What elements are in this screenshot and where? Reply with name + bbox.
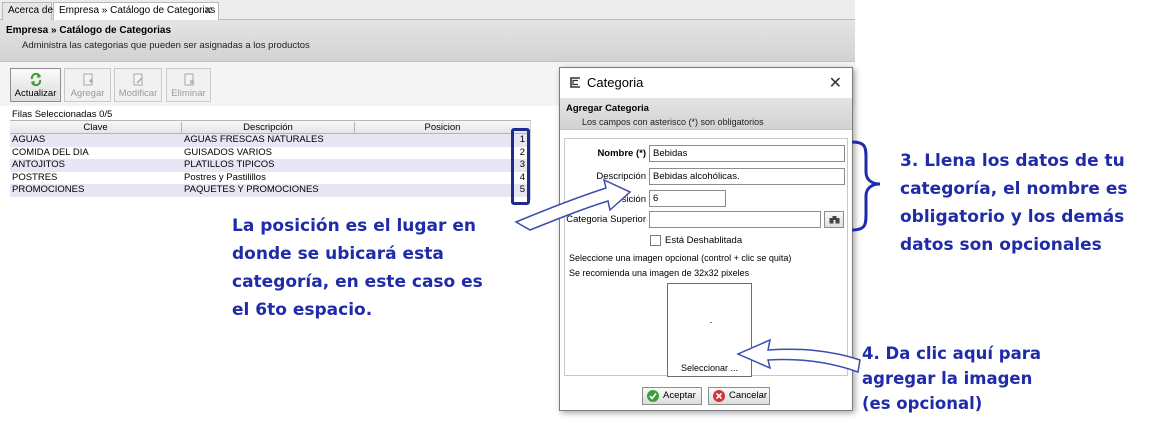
cancel-icon	[713, 390, 725, 402]
cell-posicion: 2	[519, 146, 525, 158]
modify-label: Modificar	[118, 88, 158, 99]
deshabilitada-checkbox[interactable]	[650, 235, 661, 246]
cell-descripcion: AGUAS FRESCAS NATURALES	[184, 134, 324, 145]
page-title: Empresa » Catálogo de Categorias	[6, 25, 172, 36]
categoria-superior-input[interactable]	[649, 211, 821, 228]
nombre-input[interactable]	[649, 145, 845, 162]
annotation-line: La posición es el lugar en	[232, 216, 476, 236]
cancel-label: Cancelar	[729, 390, 768, 401]
lookup-button[interactable]	[824, 211, 844, 228]
tab-catalogo-categorias[interactable]: Empresa » Catálogo de Categorias ✕	[53, 2, 219, 20]
cell-clave: PROMOCIONES	[12, 184, 85, 195]
annotation-line: 4. Da clic aquí para	[862, 344, 1041, 363]
cell-posicion: 5	[519, 184, 525, 195]
accept-label: Aceptar	[663, 390, 696, 401]
dialog-titlebar[interactable]: Categoria ✕	[560, 68, 852, 98]
table-header: Clave Descripción Posicion	[10, 120, 530, 134]
add-label: Agregar	[70, 88, 105, 99]
annotation-line: el 6to espacio.	[232, 300, 373, 320]
cell-descripcion: PAQUETES Y PROMOCIONES	[184, 184, 319, 195]
deshabilitada-label: Está Deshablitada	[665, 235, 743, 246]
selection-count: Filas Seleccionadas 0/5	[12, 109, 113, 120]
page-header: Empresa » Catálogo de Categorias Adminis…	[0, 20, 855, 62]
posicion-label: Posición	[610, 194, 646, 205]
table-row[interactable]: ANTOJITOS PLATILLOS TIPICOS 3	[10, 159, 530, 172]
cell-descripcion: PLATILLOS TIPICOS	[184, 159, 275, 170]
close-icon[interactable]: ✕	[829, 73, 842, 93]
image-hint-1: Seleccione una imagen opcional (control …	[569, 253, 792, 263]
delete-document-icon	[184, 73, 194, 86]
column-posicion[interactable]: Posicion	[355, 122, 530, 134]
dialog-form: Nombre (*) Descripción Posición Categori…	[564, 138, 848, 377]
cell-clave: ANTOJITOS	[12, 159, 65, 170]
dialog-header-subtitle: Los campos con asterisco (*) son obligat…	[582, 117, 764, 127]
descripcion-label: Descripción	[596, 171, 646, 182]
annotation-line: obligatorio y los demás	[900, 207, 1125, 227]
position-highlight-box	[511, 128, 530, 205]
cell-descripcion: Postres y Pastilillos	[184, 171, 266, 183]
delete-button[interactable]: Eliminar	[166, 68, 211, 102]
dialog-title: Categoria	[587, 75, 644, 90]
tab-acerca[interactable]: Acerca de	[2, 2, 54, 20]
select-image-label: Seleccionar ...	[680, 363, 739, 373]
modify-button[interactable]: Modificar	[114, 68, 162, 102]
annotation-line: donde se ubicará esta	[232, 244, 444, 264]
annotation-position: La posición es el lugar en donde se ubic…	[232, 212, 522, 324]
annotation-line: (es opcional)	[862, 394, 983, 413]
annotation-line: categoría, el nombre es	[900, 179, 1128, 199]
cell-clave: AGUAS	[12, 134, 46, 145]
annotation-line: datos son opcionales	[900, 235, 1102, 255]
cell-posicion: 3	[519, 159, 525, 170]
edit-document-icon	[133, 73, 143, 86]
annotation-line: categoría, en este caso es	[232, 272, 483, 292]
table-row[interactable]: COMIDA DEL DIA GUISADOS VARIOS 2	[10, 147, 530, 160]
table-row[interactable]: AGUAS AGUAS FRESCAS NATURALES 1	[10, 134, 530, 147]
refresh-button[interactable]: Actualizar	[10, 68, 61, 102]
add-document-icon	[83, 73, 93, 86]
cancel-button[interactable]: Cancelar	[708, 387, 770, 405]
descripcion-input[interactable]	[649, 168, 845, 185]
refresh-label: Actualizar	[14, 88, 57, 99]
cell-descripcion: GUISADOS VARIOS	[184, 146, 272, 158]
cell-clave: COMIDA DEL DIA	[12, 146, 89, 158]
binoculars-icon	[829, 216, 839, 224]
annotation-line: 3. Llena los datos de tu	[900, 151, 1125, 171]
image-hint-2: Se recomienda una imagen de 32x32 pixele…	[569, 268, 750, 278]
cell-posicion: 1	[519, 134, 525, 145]
nombre-label: Nombre (*)	[597, 148, 646, 159]
dialog-app-icon	[570, 77, 580, 88]
annotation-line: agregar la imagen	[862, 369, 1033, 388]
table-row[interactable]: POSTRES Postres y Pastilillos 4	[10, 172, 530, 185]
categories-table: Clave Descripción Posicion AGUAS AGUAS F…	[10, 120, 530, 197]
table-divider	[530, 120, 531, 200]
table-row[interactable]: PROMOCIONES PAQUETES Y PROMOCIONES 5	[10, 184, 530, 197]
annotation-step-3: 3. Llena los datos de tu categoría, el n…	[900, 147, 1162, 259]
image-picker[interactable]: Seleccionar ...	[667, 283, 752, 377]
column-descripcion[interactable]: Descripción	[182, 122, 355, 134]
categoria-superior-label: Categoria Superior	[566, 214, 646, 225]
dialog-header: Agregar Categoria Los campos con asteris…	[560, 98, 852, 130]
categoria-dialog: Categoria ✕ Agregar Categoria Los campos…	[559, 67, 853, 411]
cell-clave: POSTRES	[12, 171, 58, 183]
delete-label: Eliminar	[171, 88, 206, 99]
check-icon	[647, 390, 659, 402]
column-clave[interactable]: Clave	[10, 122, 182, 134]
add-button[interactable]: Agregar	[64, 68, 111, 102]
page-subtitle: Administra las categorias que pueden ser…	[22, 40, 310, 51]
dialog-header-title: Agregar Categoria	[566, 103, 649, 114]
accept-button[interactable]: Aceptar	[642, 387, 702, 405]
cell-posicion: 4	[519, 171, 525, 183]
brace-icon	[851, 140, 881, 232]
tab-acerca-label: Acerca de	[8, 5, 54, 16]
tab-close-icon[interactable]: ✕	[204, 4, 213, 17]
posicion-input[interactable]	[649, 190, 726, 207]
image-placeholder	[710, 322, 712, 323]
annotation-step-4: 4. Da clic aquí para agregar la imagen (…	[862, 341, 1122, 416]
tab-catalogo-label: Empresa » Catálogo de Categorias	[59, 5, 216, 16]
refresh-icon	[30, 73, 41, 86]
tab-bar: Acerca de Empresa » Catálogo de Categori…	[0, 0, 855, 20]
